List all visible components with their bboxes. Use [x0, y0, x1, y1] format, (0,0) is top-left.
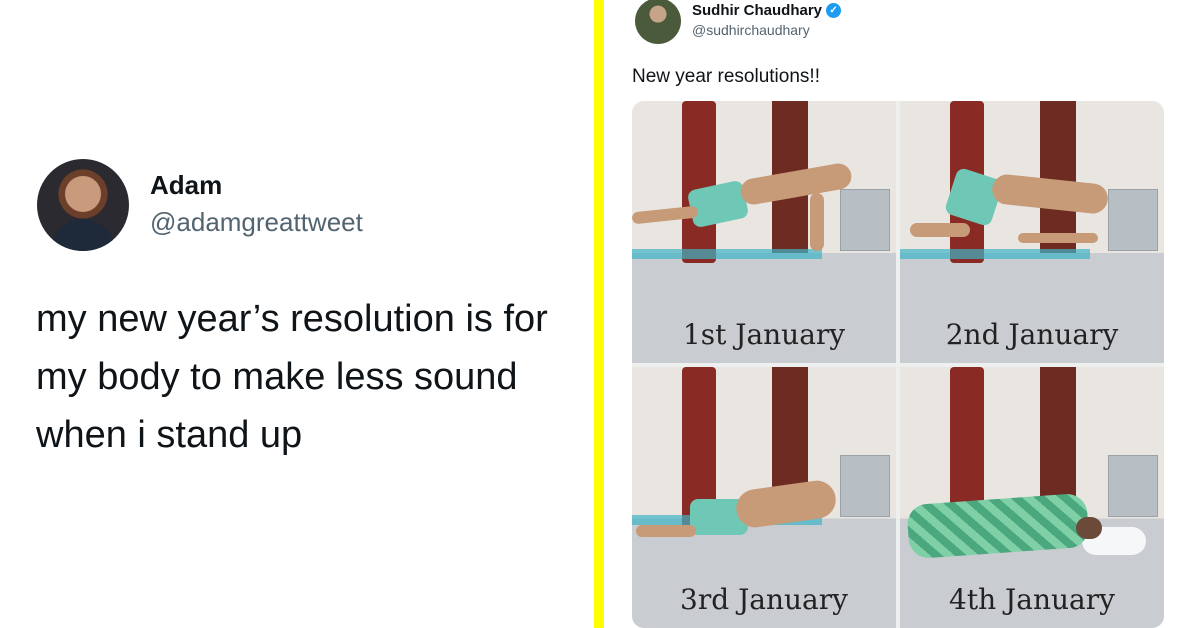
author-name[interactable]: Sudhir Chaudhary	[692, 2, 822, 19]
verified-badge-icon: ✓	[826, 3, 842, 18]
author-name[interactable]: Adam	[150, 170, 222, 201]
yellow-divider	[594, 0, 604, 628]
image-panel-4[interactable]: 4th January	[900, 366, 1164, 628]
tweet-text: New year resolutions!!	[632, 66, 820, 87]
image-panel-1[interactable]: 1st January	[632, 101, 896, 363]
left-tweet: Adam @adamgreattweet my new year’s resol…	[0, 0, 594, 628]
avatar[interactable]	[37, 159, 129, 251]
author-name-row[interactable]: Sudhir Chaudhary ✓	[692, 2, 842, 19]
image-panel-2[interactable]: 2nd January	[900, 101, 1164, 363]
author-handle[interactable]: @sudhirchaudhary	[692, 22, 810, 38]
image-panel-3[interactable]: 3rd January	[632, 366, 896, 628]
panel-caption: 2nd January	[945, 317, 1119, 351]
image-grid[interactable]: 1st January 2nd January 3rd January 4th …	[632, 101, 1164, 628]
avatar[interactable]	[635, 0, 681, 44]
right-tweet: Sudhir Chaudhary ✓ @sudhirchaudhary New …	[604, 0, 1200, 628]
panel-caption: 3rd January	[680, 583, 848, 616]
tweet-text: my new year’s resolution is for my body …	[36, 298, 548, 456]
panel-caption: 1st January	[682, 317, 846, 351]
author-handle[interactable]: @adamgreattweet	[150, 207, 363, 238]
panel-caption: 4th January	[949, 583, 1115, 616]
